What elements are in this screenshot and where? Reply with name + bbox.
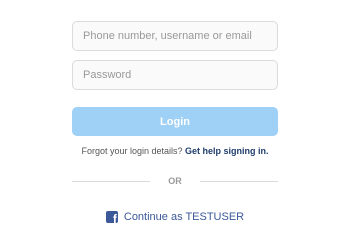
username-field-container[interactable] <box>72 21 278 51</box>
login-button[interactable]: Login <box>72 107 278 136</box>
password-input[interactable] <box>73 61 277 89</box>
password-field-container[interactable] <box>72 60 278 90</box>
continue-with-facebook-button[interactable]: f Continue as TESTUSER <box>0 211 350 223</box>
facebook-icon: f <box>105 211 118 223</box>
help-text: Forgot your login details? Get help sign… <box>0 146 350 156</box>
get-help-link[interactable]: Get help signing in. <box>185 146 269 156</box>
username-input[interactable] <box>73 22 277 50</box>
facebook-continue-label: Continue as TESTUSER <box>123 211 245 223</box>
forgot-login-text: Forgot your login details? <box>81 146 183 156</box>
divider-line-right <box>200 181 278 182</box>
or-divider: OR <box>72 176 278 186</box>
